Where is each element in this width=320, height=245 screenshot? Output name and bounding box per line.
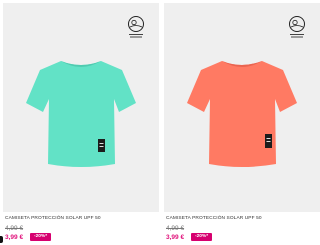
product-name[interactable]: CAMISETA PROTECCIÓN SOLAR UPF 50 [166,216,262,221]
original-price: 4,99 € [5,225,24,232]
discount-badge: -20%* [191,233,213,241]
sun-protection-badge-icon [287,15,307,41]
sun-protection-badge-icon [126,15,146,41]
tshirt-body [187,61,297,167]
product-grid: CAMISETA PROTECCIÓN SOLAR UPF 50 4,99 € … [0,0,320,245]
sale-price: 3,99 € [5,234,24,241]
tshirt-label-patch [98,139,105,152]
product-name[interactable]: CAMISETA PROTECCIÓN SOLAR UPF 50 [5,216,101,221]
scroll-indicator [0,236,3,243]
product-card[interactable]: CAMISETA PROTECCIÓN SOLAR UPF 50 4,99 € … [3,0,159,245]
discount-badge: -20%* [30,233,52,241]
product-image[interactable] [3,3,159,212]
product-image[interactable] [164,3,320,212]
product-card[interactable]: CAMISETA PROTECCIÓN SOLAR UPF 50 4,99 € … [164,0,320,245]
original-price: 4,99 € [166,225,185,232]
sale-price: 3,99 € [166,234,185,241]
tshirt-body [26,61,136,167]
